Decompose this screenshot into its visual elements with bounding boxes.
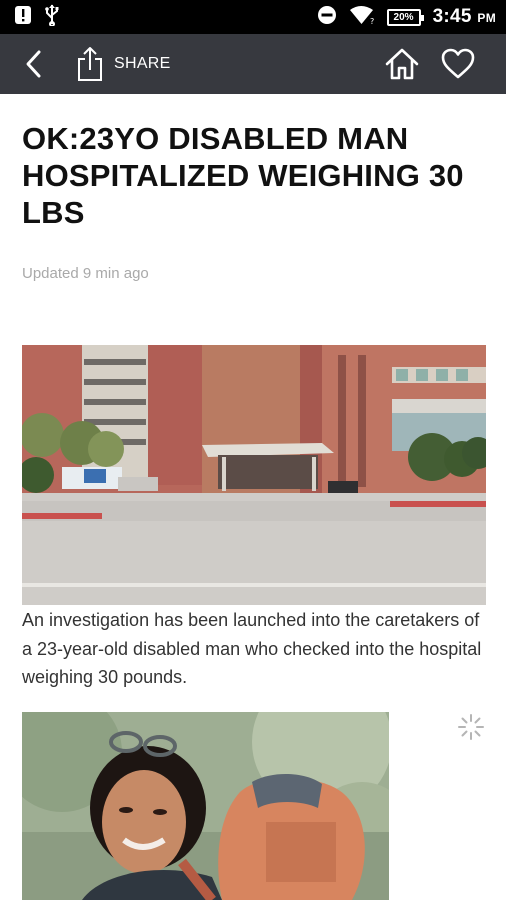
- top-toolbar: SHARE: [0, 34, 506, 94]
- heart-icon: [441, 48, 475, 79]
- share-button[interactable]: SHARE: [76, 44, 171, 84]
- article-photo-woman: [22, 712, 389, 900]
- svg-text:?: ?: [370, 17, 374, 25]
- back-button[interactable]: [18, 48, 50, 80]
- status-time: 3:45 PM: [433, 6, 496, 28]
- status-bar: ? 20% 3:45 PM: [0, 0, 506, 34]
- do-not-disturb-icon: [317, 5, 337, 30]
- chevron-left-icon: [26, 50, 41, 78]
- article-photo-hospital: [22, 345, 486, 605]
- status-time-value: 3:45: [432, 6, 472, 27]
- usb-icon: [44, 4, 60, 31]
- wifi-icon: ?: [349, 5, 375, 30]
- updated-timestamp: Updated 9 min ago: [22, 265, 149, 282]
- loading-spinner-icon: [456, 712, 486, 742]
- home-button[interactable]: [384, 47, 420, 81]
- status-bar-right: ? 20% 3:45 PM: [317, 5, 496, 30]
- favorite-button[interactable]: [440, 47, 476, 81]
- home-icon: [385, 48, 419, 80]
- status-time-suffix: PM: [477, 11, 496, 25]
- article-caption: An investigation has been launched into …: [22, 610, 482, 687]
- share-icon: [78, 47, 102, 81]
- battery-icon: 20%: [386, 8, 424, 26]
- article-title: OK:23YO DISABLED MAN HOSPITALIZED WEIGHI…: [22, 121, 464, 230]
- status-bar-left: [14, 4, 60, 31]
- share-label: SHARE: [114, 55, 171, 72]
- notification-alert-icon: [14, 5, 32, 30]
